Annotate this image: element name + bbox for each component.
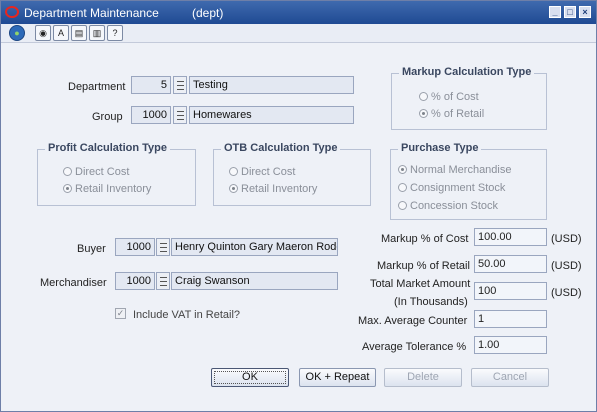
- markup-cost-currency: (USD): [551, 233, 582, 245]
- buyer-name-field[interactable]: Henry Quinton Gary Maeron Rode: [171, 238, 338, 256]
- buyer-label: Buyer: [77, 243, 106, 255]
- max-average-counter-field[interactable]: 1: [474, 310, 547, 328]
- markup-retail-radio[interactable]: % of Retail: [419, 108, 484, 120]
- profit-retail-inventory-radio[interactable]: Retail Inventory: [63, 183, 151, 195]
- department-label: Department: [68, 81, 126, 93]
- group-number-field[interactable]: 1000: [131, 106, 171, 124]
- radio-selected-icon: [398, 165, 407, 174]
- buyer-lov-icon[interactable]: [156, 238, 170, 256]
- concession-stock-label: Concession Stock: [410, 200, 499, 212]
- buyer-number-field[interactable]: 1000: [115, 238, 155, 256]
- include-vat-checkbox[interactable]: ✓: [115, 308, 126, 319]
- include-vat-label: Include VAT in Retail?: [133, 309, 241, 321]
- profit-retail-inventory-label: Retail Inventory: [75, 183, 152, 195]
- average-tolerance-label: Average Tolerance %: [362, 341, 467, 353]
- merchandiser-name-field[interactable]: Craig Swanson: [171, 272, 338, 290]
- department-lov-icon[interactable]: [173, 76, 187, 94]
- merchandiser-label: Merchandiser: [40, 277, 107, 289]
- markup-calculation-type-legend: Markup Calculation Type: [399, 66, 535, 78]
- oracle-logo-icon: [5, 6, 19, 18]
- department-name-field[interactable]: Testing: [189, 76, 354, 94]
- total-market-field[interactable]: 100: [474, 282, 547, 300]
- purchase-type-legend: Purchase Type: [398, 142, 482, 154]
- window-form-code: (dept): [192, 6, 224, 20]
- minimize-button[interactable]: _: [549, 6, 561, 18]
- profit-direct-cost-radio[interactable]: Direct Cost: [63, 166, 129, 178]
- consignment-stock-label: Consignment Stock: [410, 182, 506, 194]
- max-average-counter-label: Max. Average Counter: [358, 315, 468, 327]
- normal-merchandise-label: Normal Merchandise: [410, 164, 512, 176]
- group-lov-icon[interactable]: [173, 106, 187, 124]
- radio-selected-icon: [229, 184, 238, 193]
- globe-icon[interactable]: ●: [9, 25, 25, 41]
- title-bar: Department Maintenance (dept) _ □ ×: [1, 1, 596, 24]
- average-tolerance-field[interactable]: 1.00: [474, 336, 547, 354]
- profit-direct-cost-label: Direct Cost: [75, 166, 130, 178]
- otb-direct-cost-radio[interactable]: Direct Cost: [229, 166, 295, 178]
- maximize-button[interactable]: □: [564, 6, 576, 18]
- profit-calculation-type-legend: Profit Calculation Type: [45, 142, 170, 154]
- copy-icon[interactable]: ▤: [71, 25, 87, 41]
- markup-cost-radio[interactable]: % of Cost: [419, 91, 479, 103]
- markup-cost-label: Markup % of Cost: [381, 233, 469, 245]
- total-market-currency: (USD): [551, 287, 582, 299]
- merchandiser-number-field[interactable]: 1000: [115, 272, 155, 290]
- consignment-stock-radio[interactable]: Consignment Stock: [398, 182, 505, 194]
- help-icon[interactable]: ?: [107, 25, 123, 41]
- total-market-sublabel: (In Thousands): [394, 296, 468, 308]
- otb-direct-cost-label: Direct Cost: [241, 166, 296, 178]
- normal-merchandise-radio[interactable]: Normal Merchandise: [398, 164, 511, 176]
- total-market-label: Total Market Amount: [370, 278, 471, 290]
- radio-selected-icon: [63, 184, 72, 193]
- concession-stock-radio[interactable]: Concession Stock: [398, 200, 498, 212]
- toolbar: ● ◉ A ▤ ▥ ?: [1, 24, 596, 43]
- group-label: Group: [92, 111, 123, 123]
- ok-button[interactable]: OK: [211, 368, 289, 387]
- markup-retail-label: Markup % of Retail: [377, 260, 470, 272]
- department-number-field[interactable]: 5: [131, 76, 171, 94]
- radio-icon: [229, 167, 238, 176]
- otb-retail-inventory-label: Retail Inventory: [241, 183, 318, 195]
- otb-calculation-type-legend: OTB Calculation Type: [221, 142, 341, 154]
- cancel-button[interactable]: Cancel: [471, 368, 549, 387]
- markup-retail-radio-label: % of Retail: [431, 108, 485, 120]
- group-name-field[interactable]: Homewares: [189, 106, 354, 124]
- delete-button[interactable]: Delete: [384, 368, 462, 387]
- lov-icon[interactable]: A: [53, 25, 69, 41]
- ok-repeat-button[interactable]: OK + Repeat: [299, 368, 376, 387]
- print-icon[interactable]: ▥: [89, 25, 105, 41]
- otb-retail-inventory-radio[interactable]: Retail Inventory: [229, 183, 317, 195]
- radio-icon: [63, 167, 72, 176]
- markup-retail-field[interactable]: 50.00: [474, 255, 547, 273]
- markup-retail-currency: (USD): [551, 260, 582, 272]
- radio-icon: [398, 201, 407, 210]
- radio-icon: [419, 92, 428, 101]
- window-title: Department Maintenance: [24, 6, 159, 20]
- merchandiser-lov-icon[interactable]: [156, 272, 170, 290]
- markup-cost-radio-label: % of Cost: [431, 91, 479, 103]
- navigate-icon[interactable]: ◉: [35, 25, 51, 41]
- markup-cost-field[interactable]: 100.00: [474, 228, 547, 246]
- radio-icon: [398, 183, 407, 192]
- department-maintenance-window: Department Maintenance (dept) _ □ × ● ◉ …: [0, 0, 597, 412]
- radio-selected-icon: [419, 109, 428, 118]
- close-button[interactable]: ×: [579, 6, 591, 18]
